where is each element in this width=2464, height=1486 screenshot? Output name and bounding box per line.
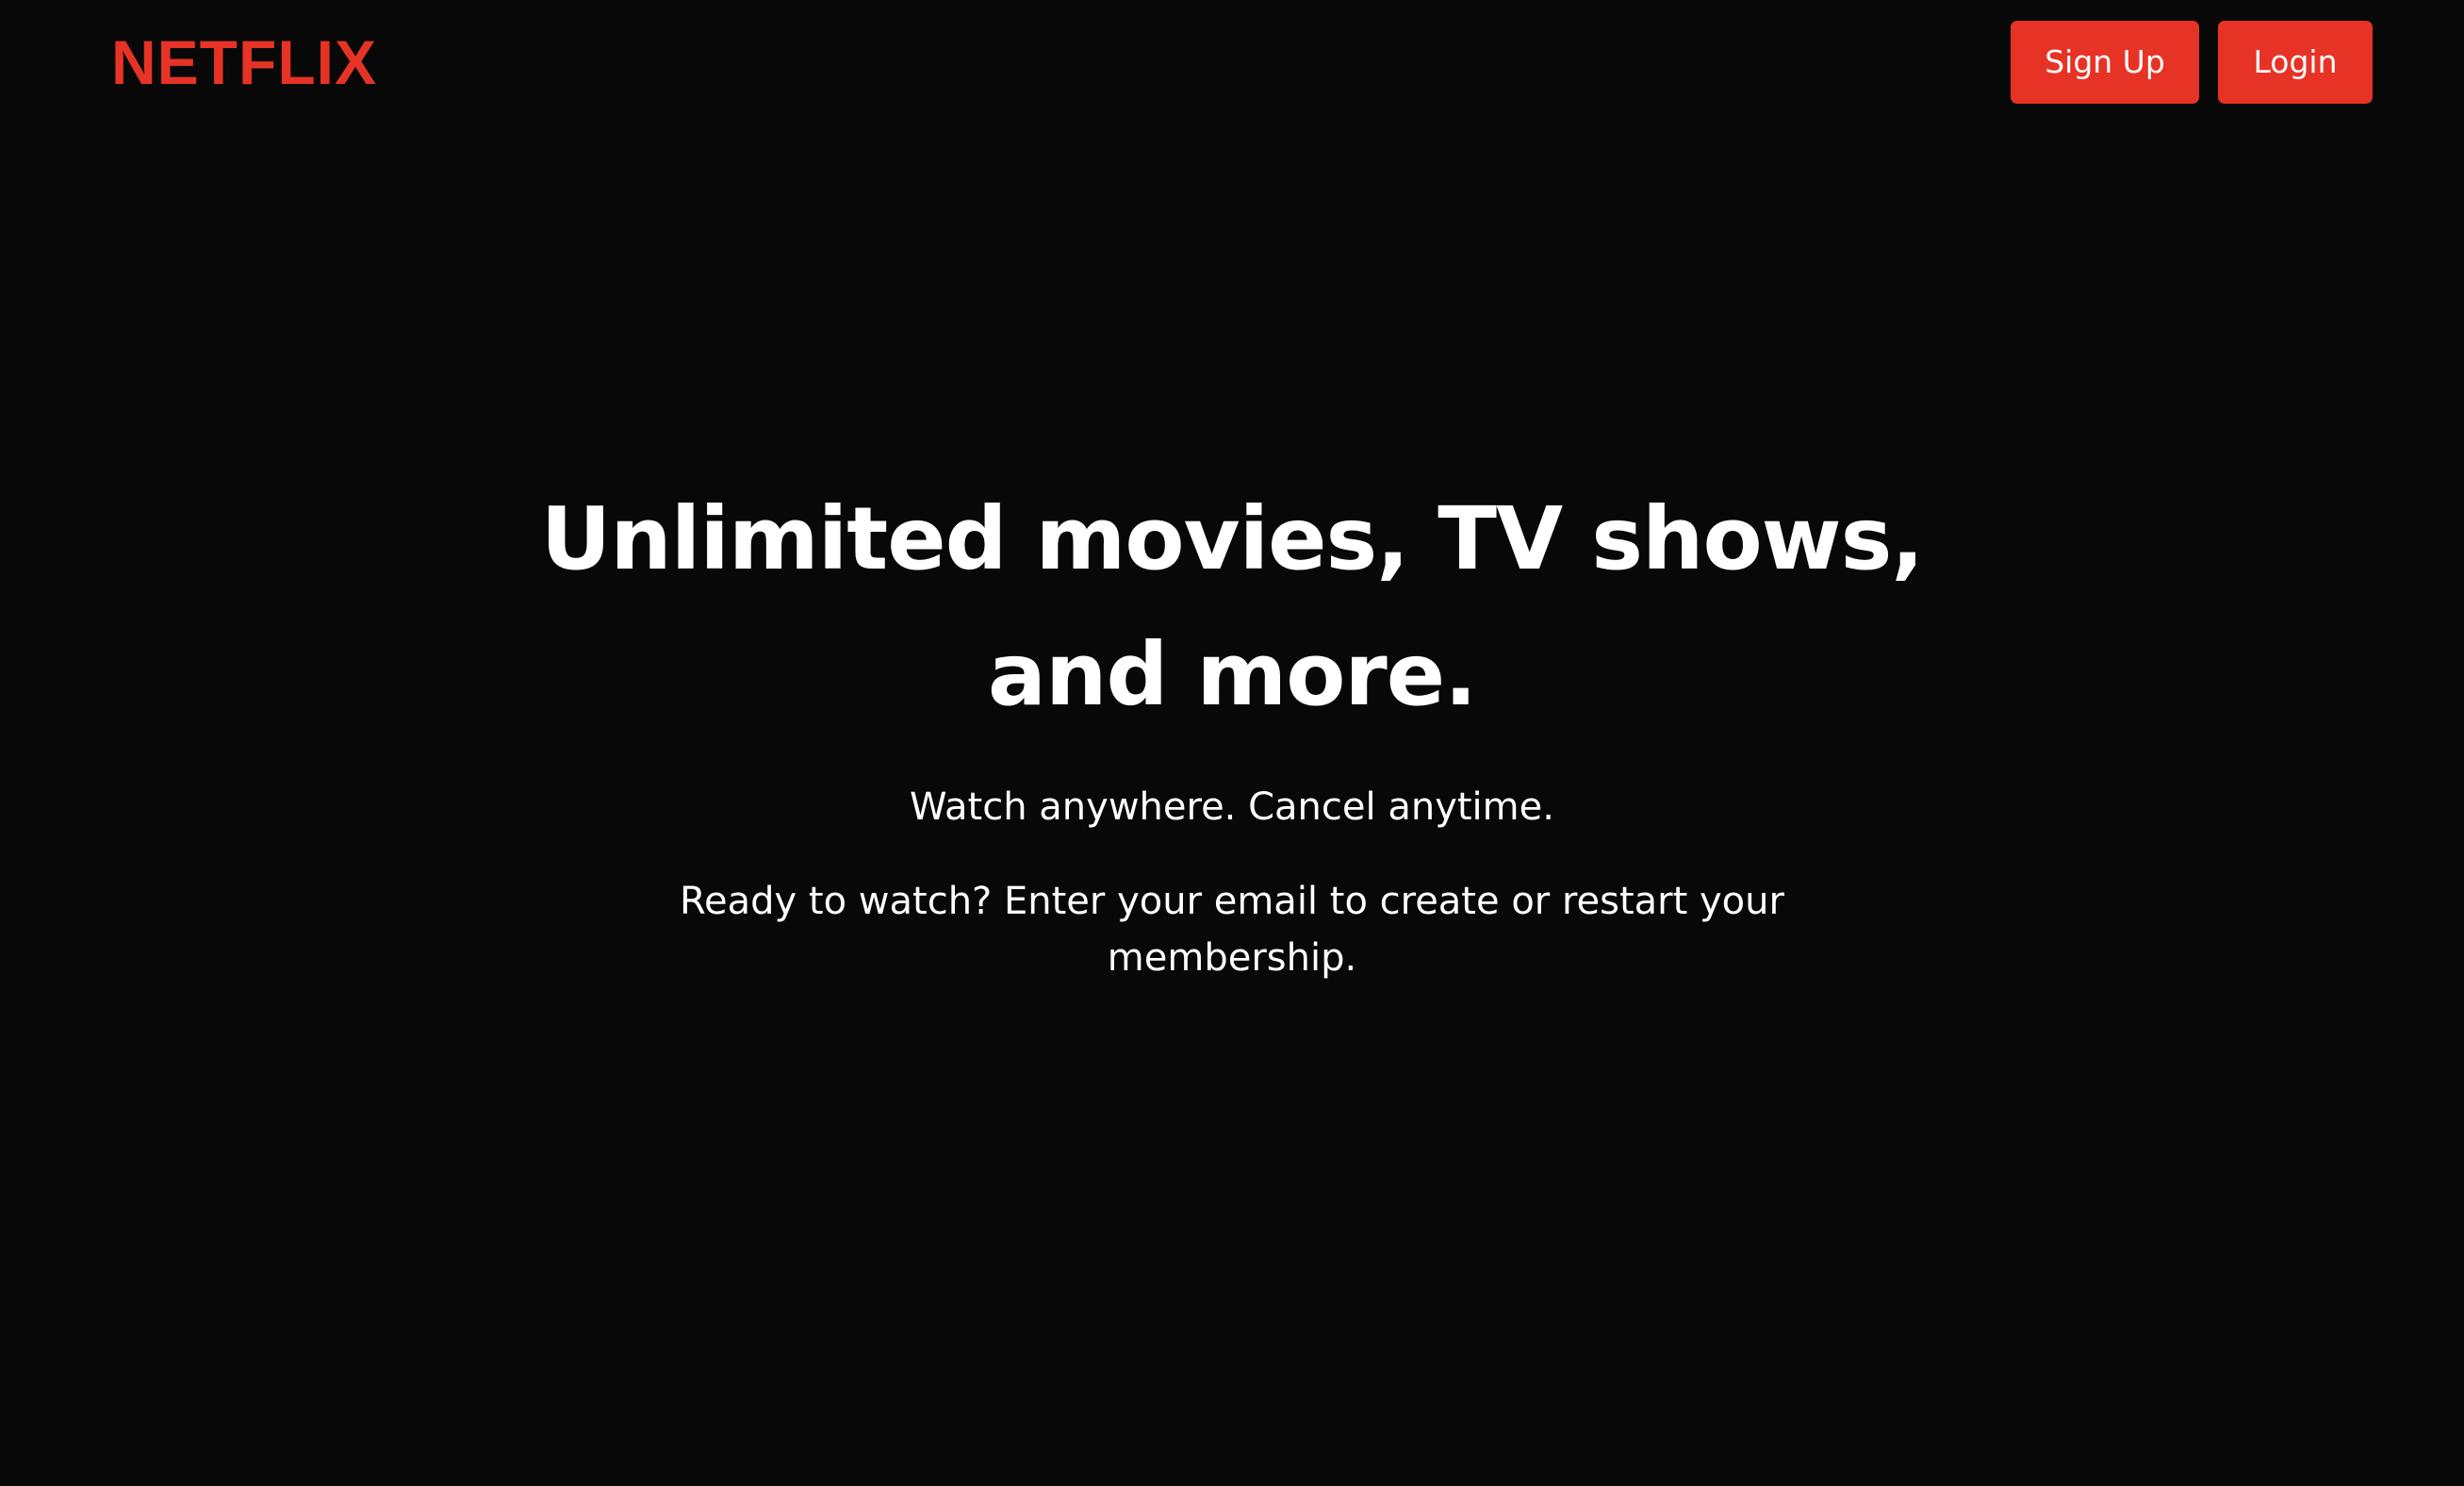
sign-up-button[interactable]: Sign Up — [2011, 21, 2199, 104]
hero-prompt: Ready to watch? Enter your email to crea… — [680, 880, 1784, 980]
netflix-logo[interactable]: NETFLIX — [111, 26, 377, 98]
hero-headline: Unlimited movies, TV shows, and more. — [540, 488, 1925, 725]
login-button[interactable]: Login — [2218, 21, 2373, 104]
hero-section: Unlimited movies, TV shows, and more. Wa… — [0, 471, 2464, 986]
hero-tagline: Watch anywhere. Cancel anytime. — [910, 785, 1554, 829]
top-nav: NETFLIX Sign Up Login — [0, 0, 2464, 124]
